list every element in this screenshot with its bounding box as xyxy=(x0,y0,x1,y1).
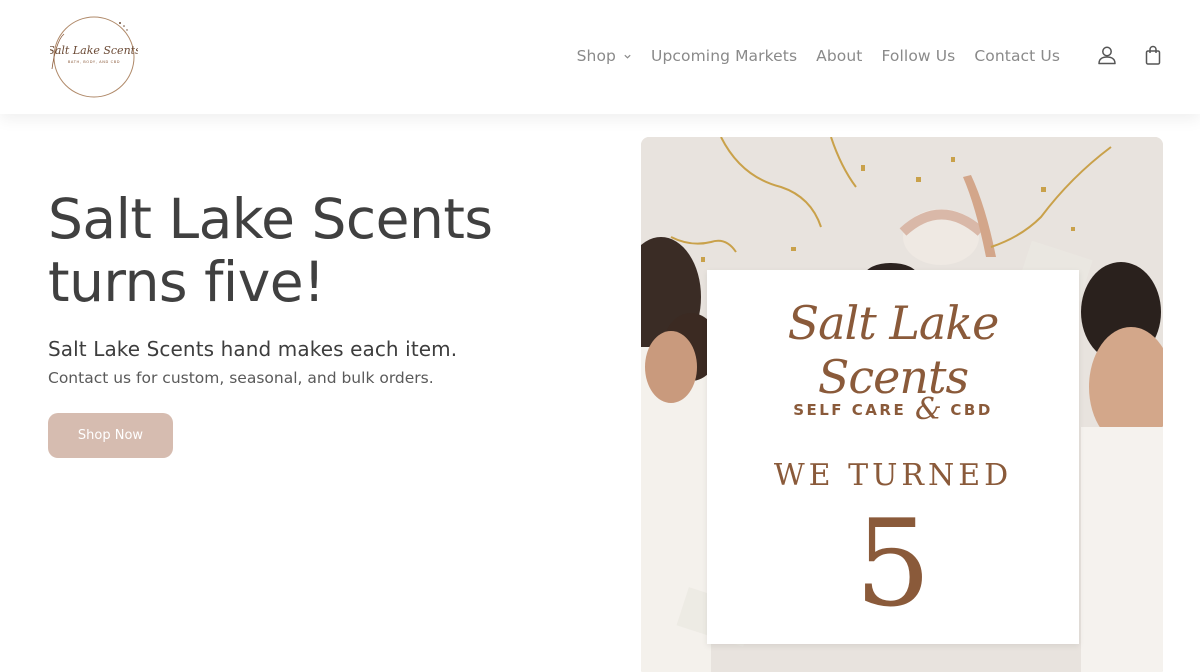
hero-promo-image: Salt Lake Scents SELF CARE & CBD WE TURN… xyxy=(641,137,1163,672)
hero-title-line1: Salt Lake Scents xyxy=(48,187,493,251)
nav-contact-us[interactable]: Contact Us xyxy=(974,47,1060,65)
brand-logo[interactable]: Salt Lake Scents BATH, BODY, AND CBD xyxy=(50,14,138,100)
card-number: 5 xyxy=(854,495,932,634)
hero-subtitle: Salt Lake Scents hand makes each item. xyxy=(48,337,458,361)
site-header: Salt Lake Scents BATH, BODY, AND CBD Sho… xyxy=(0,0,1200,114)
card-script-title: Salt Lake Scents xyxy=(787,296,1000,404)
nav-shop-label: Shop xyxy=(576,47,616,65)
card-sub-amp: & xyxy=(914,392,942,427)
svg-text:BATH, BODY, AND CBD: BATH, BODY, AND CBD xyxy=(68,60,120,64)
anniversary-card: Salt Lake Scents SELF CARE & CBD WE TURN… xyxy=(707,270,1079,644)
shop-now-button[interactable]: Shop Now xyxy=(48,413,173,458)
hero-title: Salt Lake Scents turns five! xyxy=(48,188,588,314)
account-icon[interactable] xyxy=(1096,44,1118,66)
nav-about[interactable]: About xyxy=(816,47,862,65)
hero-description: Contact us for custom, seasonal, and bul… xyxy=(48,369,434,387)
main-nav: Shop Upcoming Markets About Follow Us Co… xyxy=(577,44,1060,68)
nav-shop[interactable]: Shop xyxy=(577,47,632,65)
svg-text:Salt Lake Scents: Salt Lake Scents xyxy=(50,44,138,57)
card-sub-right: CBD xyxy=(950,401,993,419)
hero-title-line2: turns five! xyxy=(48,250,325,314)
card-subtitle: SELF CARE & CBD xyxy=(707,392,1079,427)
card-sub-left: SELF CARE xyxy=(793,401,907,419)
cart-icon[interactable] xyxy=(1142,44,1164,66)
card-announcement: WE TURNED xyxy=(773,458,1013,493)
nav-follow-us[interactable]: Follow Us xyxy=(881,47,955,65)
chevron-down-icon xyxy=(624,54,631,59)
logo-emblem: Salt Lake Scents BATH, BODY, AND CBD xyxy=(50,16,138,98)
nav-upcoming-markets[interactable]: Upcoming Markets xyxy=(651,47,797,65)
